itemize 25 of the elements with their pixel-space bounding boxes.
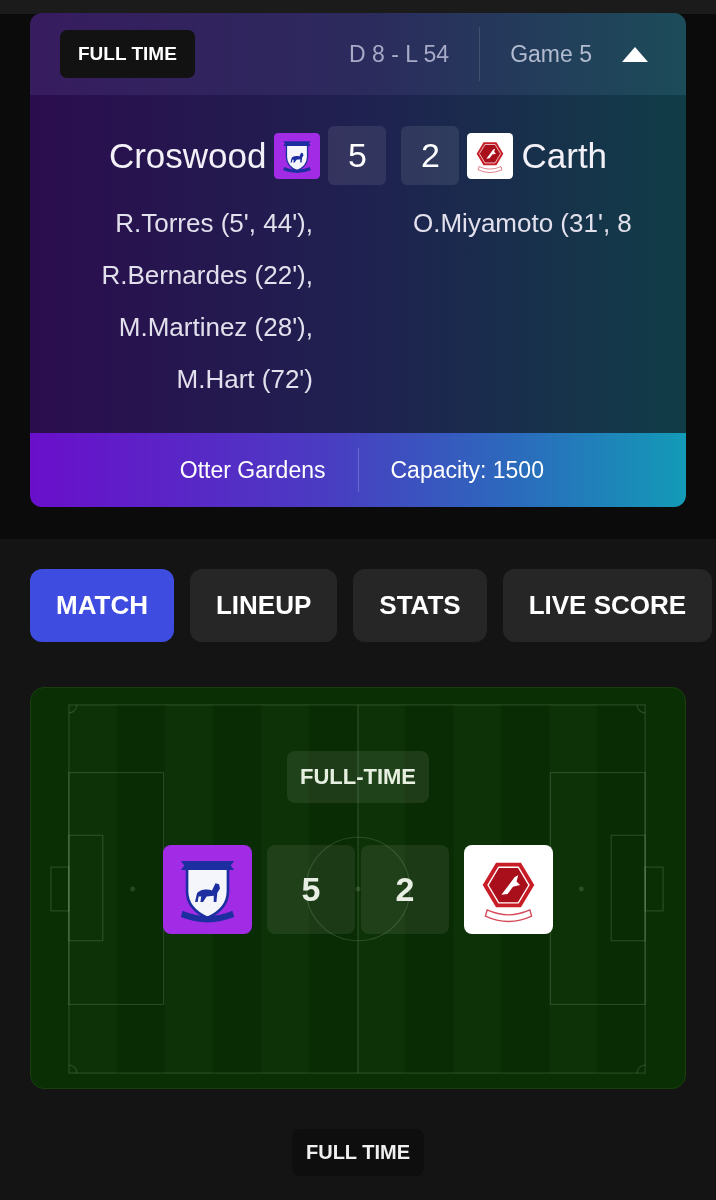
team-name: Carth xyxy=(521,135,608,176)
horse-shield-icon xyxy=(163,845,252,934)
team-name: Croswood xyxy=(108,135,267,176)
scorer-text: R.Torres (5', 44'), xyxy=(115,207,313,240)
caret-icon[interactable] xyxy=(622,46,648,62)
score-box: 2 xyxy=(401,126,460,185)
tab[interactable]: STATS xyxy=(353,569,487,642)
score-box: 5 xyxy=(328,126,387,185)
horse-shield-icon xyxy=(274,132,321,179)
scorer-text: R.Bernardes (22'), xyxy=(101,259,313,292)
scorer-text: M.Hart (72') xyxy=(176,363,313,396)
stadium-name: Otter Gardens xyxy=(179,456,326,484)
tab[interactable]: LINEUP xyxy=(189,569,338,642)
status-badge: FULL TIME xyxy=(60,30,195,78)
tab[interactable]: MATCH xyxy=(30,569,174,642)
capacity-text: Capacity: 1500 xyxy=(390,456,544,484)
tab[interactable]: LIVE SCORE xyxy=(502,569,713,642)
scorer-text: M.Martinez (28'), xyxy=(118,311,313,344)
status-badge: FULL TIME xyxy=(291,1129,425,1176)
score-box: 2 xyxy=(361,845,449,934)
score-box: 5 xyxy=(267,845,355,934)
status-badge: FULL-TIME xyxy=(286,751,430,803)
game-label: Game 5 xyxy=(510,40,592,68)
scorer-text: O.Miyamoto (31', 8 xyxy=(413,207,632,240)
record-text: D 8 - L 54 xyxy=(349,40,450,68)
